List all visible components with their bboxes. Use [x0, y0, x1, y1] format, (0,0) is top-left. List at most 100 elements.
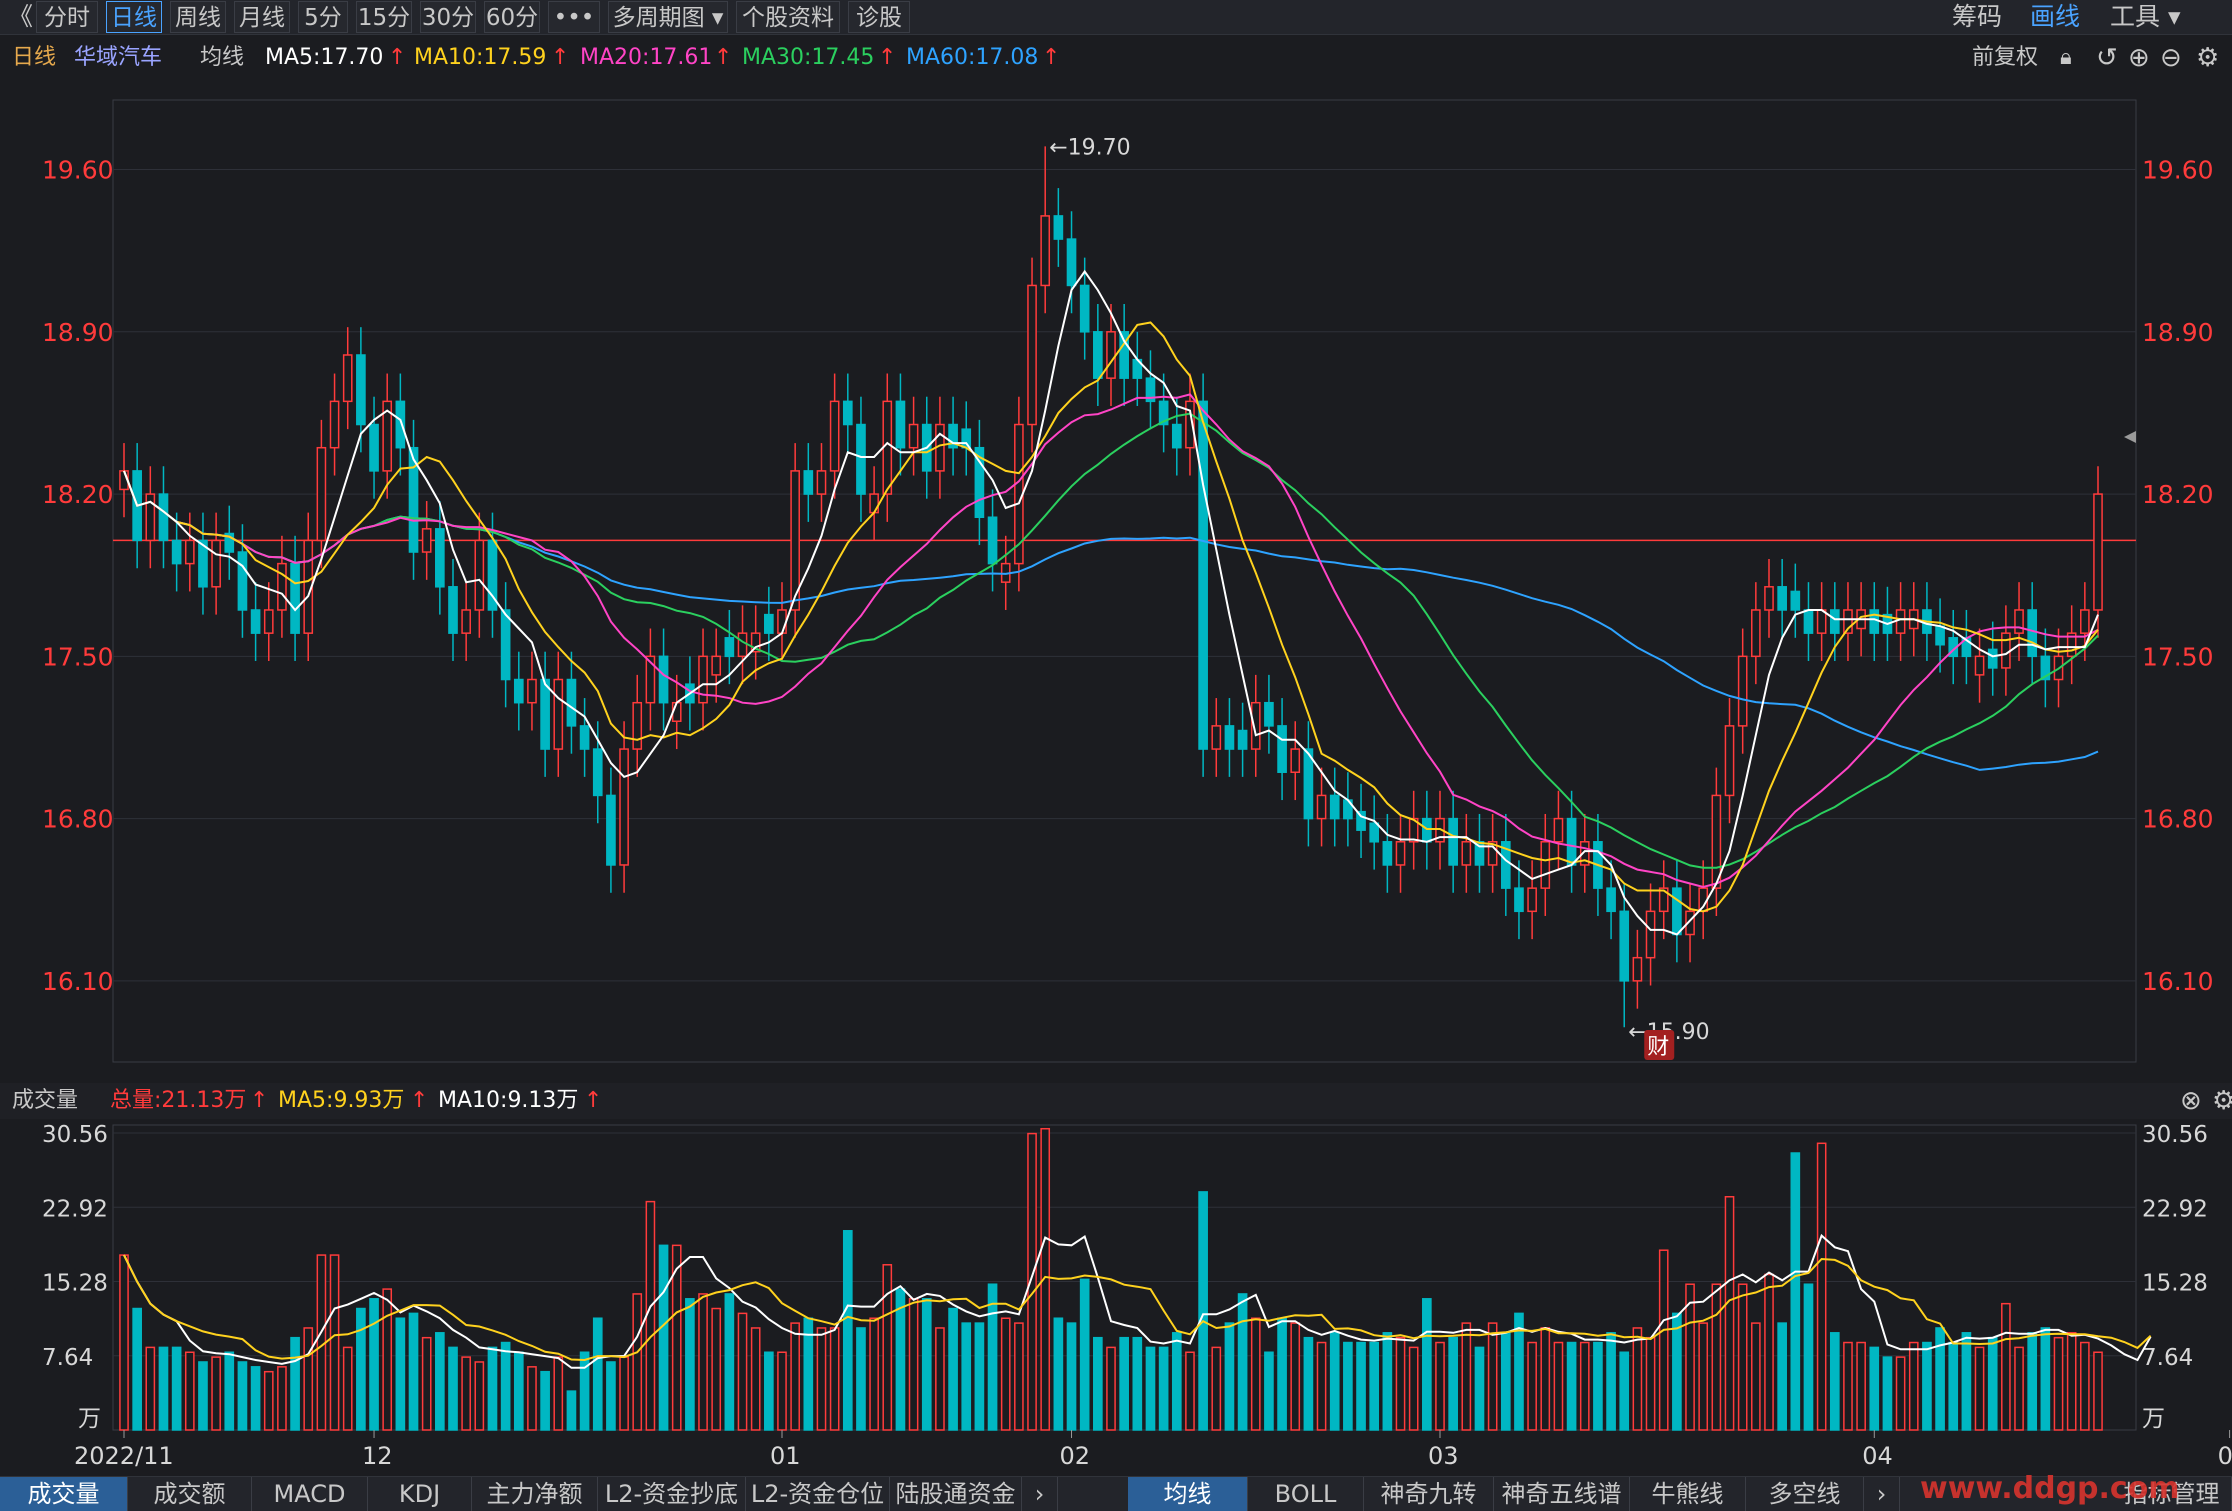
- volume-bar: [1961, 1332, 1972, 1431]
- volume-bar: [171, 1346, 182, 1431]
- candle-body: [1237, 729, 1248, 750]
- volume-bar: [408, 1312, 419, 1431]
- candle-body: [527, 678, 537, 704]
- candle-body: [566, 678, 577, 727]
- volume-bar: [1053, 1317, 1064, 1431]
- volume-bar: [1500, 1332, 1511, 1431]
- indicator-tab-3[interactable]: KDJ: [368, 1477, 472, 1511]
- volume-bar: [921, 1298, 932, 1431]
- candle-body: [1645, 910, 1656, 959]
- candle-body: [1935, 625, 1945, 646]
- volume-bar: [1487, 1322, 1498, 1431]
- candle-body: [1093, 331, 1103, 379]
- candle-body: [171, 539, 182, 565]
- tabs-scroll-right-icon[interactable]: ›: [1022, 1477, 1058, 1511]
- volume-bar: [513, 1351, 524, 1431]
- volume-ma10-up-arrow-icon: ↑: [584, 1088, 603, 1113]
- candle-body: [1829, 609, 1840, 634]
- candle-body: [277, 562, 287, 611]
- candle-body: [908, 423, 919, 449]
- price-tick-label-left: 16.10: [42, 967, 114, 996]
- price-plot-frame: [112, 99, 2137, 1063]
- candle-body: [1290, 748, 1301, 773]
- volume-bar: [421, 1336, 432, 1431]
- candle-body: [356, 354, 366, 426]
- candle-body: [1790, 590, 1801, 611]
- volume-bar: [290, 1336, 300, 1431]
- volume-bar: [1829, 1332, 1840, 1431]
- volume-bar: [342, 1346, 353, 1431]
- candle-body: [1461, 841, 1472, 866]
- ma30-line: [123, 412, 2099, 869]
- candle-body: [316, 446, 327, 542]
- overlay-tab-2[interactable]: 神奇九转: [1364, 1477, 1494, 1511]
- price-tick-label-right: 17.50: [2142, 642, 2214, 671]
- event-badge-label: 财: [1647, 1035, 1669, 1060]
- indicator-tab-0[interactable]: 成交量: [0, 1477, 128, 1511]
- candle-body: [184, 539, 195, 565]
- volume-bar: [790, 1322, 800, 1431]
- volume-bar: [856, 1327, 866, 1431]
- candle-body: [1395, 841, 1406, 866]
- candle-body: [1369, 822, 1380, 843]
- candle-body: [369, 423, 379, 472]
- volume-bar: [119, 1254, 129, 1431]
- candle-body: [2014, 609, 2024, 634]
- candle-body: [461, 609, 471, 634]
- volume-bar: [1527, 1341, 1537, 1431]
- indicator-tab-1[interactable]: 成交额: [128, 1477, 252, 1511]
- overlay-tab-0[interactable]: 均线: [1128, 1477, 1248, 1511]
- candle-body: [711, 655, 722, 676]
- candle-body: [1040, 215, 1051, 287]
- volume-bar: [948, 1307, 958, 1431]
- candle-body: [1329, 794, 1340, 820]
- volume-bar: [1343, 1341, 1353, 1431]
- candle-body: [1171, 423, 1182, 449]
- overlay-tab-5[interactable]: 多空线: [1746, 1477, 1864, 1511]
- candle-body: [1816, 609, 1827, 634]
- volume-ma10: MA10:9.13万: [438, 1088, 579, 1113]
- overlay-scroll-right-icon[interactable]: ›: [1864, 1477, 1900, 1511]
- candle-body: [658, 655, 669, 704]
- volume-bar: [1290, 1322, 1301, 1431]
- close-indicator-icon[interactable]: ⊗: [2180, 1085, 2202, 1117]
- overlay-tab-3[interactable]: 神奇五线谱: [1494, 1477, 1630, 1511]
- volume-bar: [987, 1283, 998, 1431]
- volume-bar: [1566, 1341, 1577, 1431]
- candle-body: [1737, 655, 1748, 727]
- volume-bar: [500, 1341, 511, 1431]
- volume-bar: [645, 1200, 656, 1431]
- indicator-tab-2[interactable]: MACD: [252, 1477, 368, 1511]
- indicator-tab-4[interactable]: 主力净额: [472, 1477, 598, 1511]
- volume-bar: [1093, 1336, 1103, 1431]
- volume-bar: [132, 1307, 142, 1431]
- candle-body: [987, 516, 998, 565]
- overlay-tab-1[interactable]: BOLL: [1248, 1477, 1364, 1511]
- price-tick-label-left: 18.20: [42, 480, 114, 509]
- price-tick-label-right: 16.80: [2142, 805, 2214, 834]
- indicator-settings-icon[interactable]: ⚙: [2212, 1085, 2232, 1117]
- indicator-tab-5[interactable]: L2-资金抄底: [598, 1477, 746, 1511]
- volume-bar: [211, 1356, 221, 1431]
- volume-bar: [2040, 1327, 2051, 1431]
- price-tick-label-right: 18.20: [2142, 480, 2214, 509]
- candle-body: [1027, 284, 1037, 426]
- candle-body: [1869, 609, 1880, 634]
- candle-body: [237, 551, 248, 611]
- volume-bar: [1922, 1341, 1932, 1431]
- indicator-tab-6[interactable]: L2-资金仓位: [746, 1477, 890, 1511]
- candle-body: [395, 400, 406, 449]
- indicator-tab-7[interactable]: 陆股通资金: [890, 1477, 1022, 1511]
- candle-body: [764, 613, 774, 634]
- price-tick-label-left: 18.90: [42, 318, 114, 347]
- volume-bar: [1843, 1341, 1853, 1431]
- volume-bar: [1974, 1346, 1985, 1431]
- overlay-tab-4[interactable]: 牛熊线: [1630, 1477, 1746, 1511]
- volume-tick-label-right: 22.92: [2142, 1196, 2208, 1222]
- volume-label[interactable]: 成交量: [12, 1085, 78, 1117]
- volume-tick-label-left: 15.28: [42, 1271, 108, 1297]
- candle-body: [540, 678, 550, 750]
- price-chart[interactable]: 19.60 19.60 18.90 18.90 18.20 18.20 17.50 17.50…: [0, 0, 2232, 1476]
- indicator-tabs: 成交量 成交额 MACD KDJ 主力净额 L2-资金抄底 L2-资金仓位 陆股通资金 › 均线 B…: [0, 1471, 2232, 1511]
- candle-body: [1527, 887, 1537, 913]
